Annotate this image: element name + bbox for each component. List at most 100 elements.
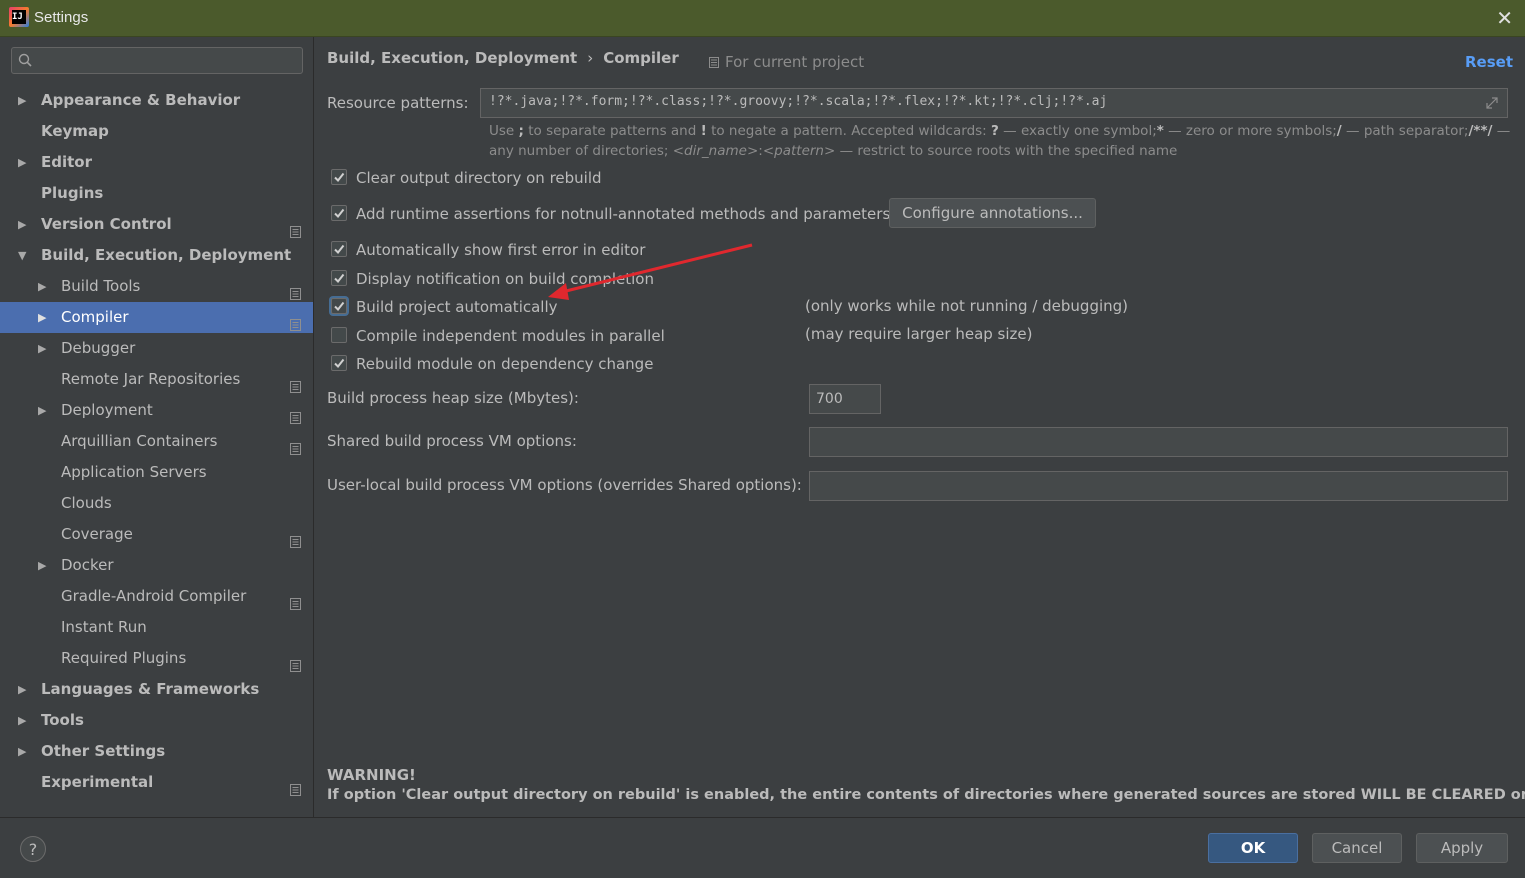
sidebar-item-instant-run[interactable]: Instant Run (0, 612, 313, 643)
rebuild-on-dependency-checkbox[interactable] (331, 355, 347, 371)
build-automatically-checkbox[interactable] (331, 298, 347, 314)
close-icon[interactable]: ✕ (1496, 6, 1513, 30)
build-automatically-label: Build project automatically (356, 298, 558, 316)
sidebar-item-label: Instant Run (61, 618, 147, 636)
sidebar-item-build-execution-deployment[interactable]: ▼ Build, Execution, Deployment (0, 240, 313, 271)
expanded-arrow-icon[interactable]: ▼ (18, 240, 26, 271)
sidebar-item-label: Debugger (61, 339, 136, 357)
runtime-assertions-label: Add runtime assertions for notnull-annot… (356, 205, 891, 223)
runtime-assertions-checkbox[interactable] (331, 205, 347, 221)
sidebar-item-compiler[interactable]: ▶ Compiler (0, 302, 313, 333)
heap-size-label: Build process heap size (Mbytes): (327, 389, 579, 407)
parallel-compile-checkbox[interactable] (331, 327, 347, 343)
intellij-logo-icon (9, 7, 29, 27)
sidebar-item-label: Keymap (41, 122, 109, 140)
sidebar-item-build-tools[interactable]: ▶ Build Tools (0, 271, 313, 302)
shared-vm-options-label: Shared build process VM options: (327, 432, 577, 450)
help-button[interactable]: ? (20, 836, 46, 862)
sidebar-item-required-plugins[interactable]: Required Plugins (0, 643, 313, 674)
compiler-settings-panel: Build, Execution, Deployment › Compiler Fo… (314, 37, 1525, 817)
sidebar-item-tools[interactable]: ▶ Tools (0, 705, 313, 736)
search-input[interactable] (44, 50, 298, 73)
breadcrumb-current: Compiler (603, 49, 679, 67)
shared-vm-options-input[interactable] (809, 427, 1508, 457)
sidebar-item-label: Required Plugins (61, 649, 187, 667)
settings-sidebar: ▶ Appearance & Behavior Keymap ▶ Editor Plugi… (0, 37, 314, 817)
cancel-button[interactable]: Cancel (1312, 833, 1402, 863)
project-scope-icon (290, 218, 301, 238)
sidebar-item-label: Coverage (61, 525, 133, 543)
sidebar-item-label: Experimental (41, 773, 154, 791)
collapsed-arrow-icon[interactable]: ▶ (38, 550, 46, 581)
breadcrumb: Build, Execution, Deployment › Compiler (327, 49, 679, 67)
resource-patterns-label: Resource patterns: (327, 94, 469, 112)
sidebar-item-label: Remote Jar Repositories (61, 370, 241, 388)
apply-button[interactable]: Apply (1416, 833, 1508, 863)
expand-icon[interactable] (1485, 96, 1499, 110)
sidebar-item-experimental[interactable]: Experimental (0, 767, 313, 798)
breadcrumb-parent: Build, Execution, Deployment (327, 49, 578, 67)
resource-patterns-input[interactable]: !?*.java;!?*.form;!?*.class;!?*.groovy;!… (480, 88, 1508, 118)
sidebar-item-editor[interactable]: ▶ Editor (0, 147, 313, 178)
local-vm-options-label: User-local build process VM options (ove… (327, 476, 802, 494)
project-scope-icon (709, 57, 719, 68)
sidebar-item-coverage[interactable]: Coverage (0, 519, 313, 550)
sidebar-item-keymap[interactable]: Keymap (0, 116, 313, 147)
show-first-error-label: Automatically show first error in editor (356, 241, 646, 259)
sidebar-item-application-servers[interactable]: Application Servers (0, 457, 313, 488)
clear-output-label: Clear output directory on rebuild (356, 169, 602, 187)
sidebar-item-gradle-android-compiler[interactable]: Gradle-Android Compiler (0, 581, 313, 612)
sidebar-item-arquillian-containers[interactable]: Arquillian Containers (0, 426, 313, 457)
collapsed-arrow-icon[interactable]: ▶ (18, 705, 26, 736)
sidebar-item-appearance-behavior[interactable]: ▶ Appearance & Behavior (0, 85, 313, 116)
sidebar-item-languages-frameworks[interactable]: ▶ Languages & Frameworks (0, 674, 313, 705)
sidebar-item-label: Other Settings (41, 742, 166, 760)
parallel-compile-note: (may require larger heap size) (805, 325, 1033, 343)
search-icon (18, 53, 32, 67)
dialog-footer: ? OK Cancel Apply (0, 817, 1525, 878)
sidebar-item-remote-jar-repositories[interactable]: Remote Jar Repositories (0, 364, 313, 395)
search-box[interactable] (11, 47, 303, 74)
sidebar-item-label: Version Control (41, 215, 172, 233)
project-scope-icon (290, 528, 301, 548)
project-scope-icon (290, 404, 301, 424)
show-first-error-checkbox[interactable] (331, 241, 347, 257)
reset-link[interactable]: Reset (1465, 53, 1513, 71)
sidebar-item-label: Build Tools (61, 277, 141, 295)
sidebar-item-clouds[interactable]: Clouds (0, 488, 313, 519)
collapsed-arrow-icon[interactable]: ▶ (38, 395, 46, 426)
sidebar-item-plugins[interactable]: Plugins (0, 178, 313, 209)
resource-patterns-value: !?*.java;!?*.form;!?*.class;!?*.groovy;!… (489, 94, 1108, 109)
collapsed-arrow-icon[interactable]: ▶ (38, 333, 46, 364)
sidebar-item-label: Application Servers (61, 463, 207, 481)
heap-size-input[interactable]: 700 (809, 384, 881, 414)
collapsed-arrow-icon[interactable]: ▶ (38, 302, 46, 333)
collapsed-arrow-icon[interactable]: ▶ (18, 736, 26, 767)
collapsed-arrow-icon[interactable]: ▶ (18, 85, 26, 116)
local-vm-options-input[interactable] (809, 471, 1508, 501)
sidebar-item-label: Clouds (61, 494, 112, 512)
breadcrumb-separator: › (587, 49, 594, 67)
collapsed-arrow-icon[interactable]: ▶ (18, 147, 26, 178)
project-scope-icon (290, 652, 301, 672)
sidebar-item-label: Languages & Frameworks (41, 680, 260, 698)
clear-output-checkbox[interactable] (331, 169, 347, 185)
sidebar-item-debugger[interactable]: ▶ Debugger (0, 333, 313, 364)
settings-tree: ▶ Appearance & Behavior Keymap ▶ Editor Plugi… (0, 85, 313, 798)
build-automatically-note: (only works while not running / debuggin… (805, 297, 1129, 315)
sidebar-item-version-control[interactable]: ▶ Version Control (0, 209, 313, 240)
sidebar-item-deployment[interactable]: ▶ Deployment (0, 395, 313, 426)
sidebar-item-docker[interactable]: ▶ Docker (0, 550, 313, 581)
scope-note: For current project (709, 53, 864, 71)
configure-annotations-button[interactable]: Configure annotations... (889, 198, 1096, 228)
ok-button[interactable]: OK (1208, 833, 1298, 863)
sidebar-item-label: Docker (61, 556, 114, 574)
collapsed-arrow-icon[interactable]: ▶ (18, 674, 26, 705)
warning-title: WARNING! (327, 766, 416, 784)
sidebar-item-other-settings[interactable]: ▶ Other Settings (0, 736, 313, 767)
collapsed-arrow-icon[interactable]: ▶ (38, 271, 46, 302)
scope-note-text: For current project (725, 53, 865, 71)
sidebar-item-label: Gradle-Android Compiler (61, 587, 247, 605)
build-notification-checkbox[interactable] (331, 270, 347, 286)
collapsed-arrow-icon[interactable]: ▶ (18, 209, 26, 240)
